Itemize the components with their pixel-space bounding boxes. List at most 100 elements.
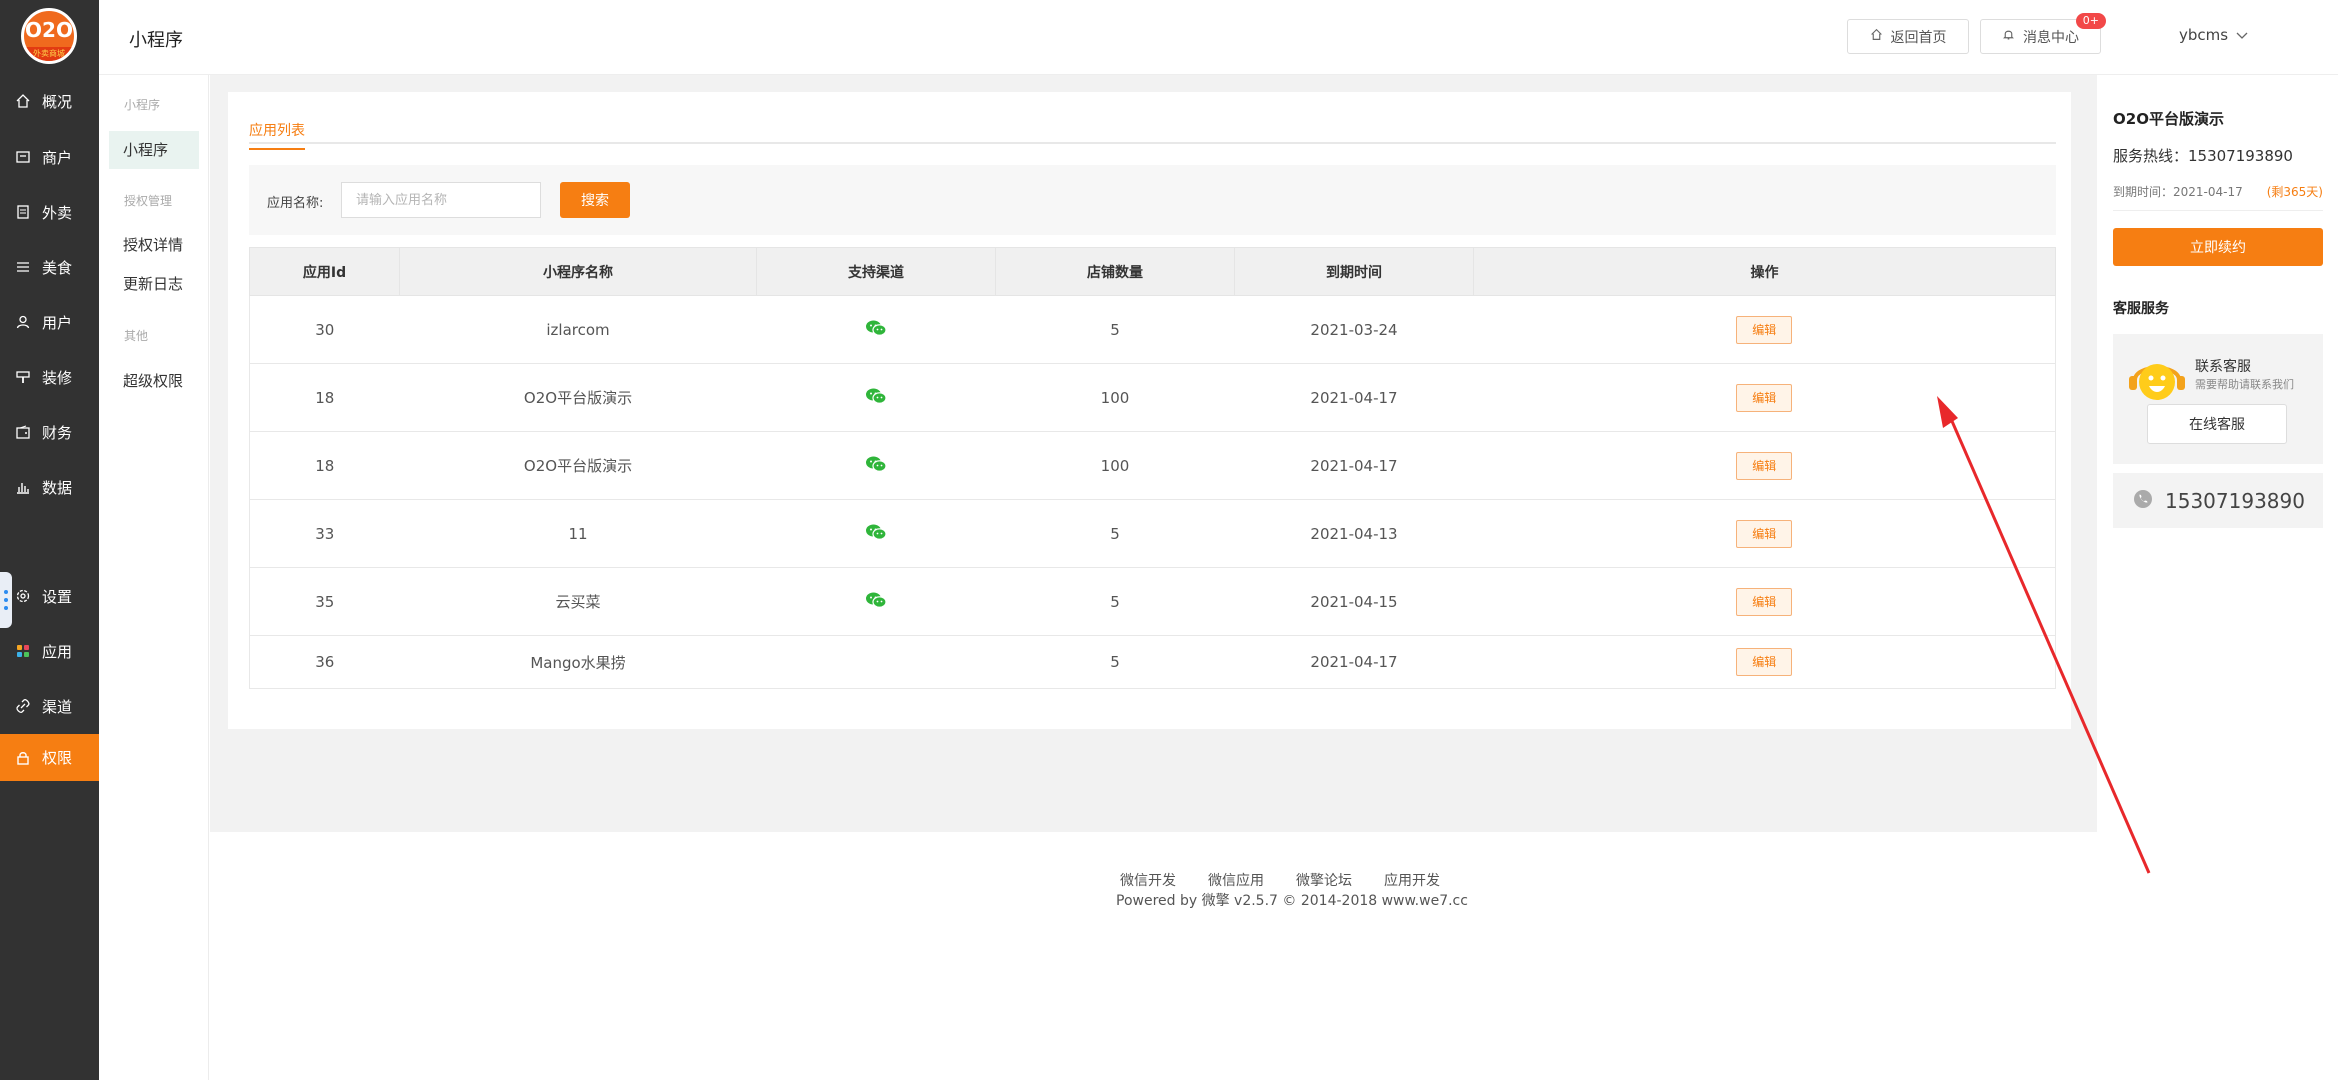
app-name-label: 应用名称: [267, 196, 324, 211]
logo-text: O2O [25, 18, 73, 42]
cell-app-id: 33 [249, 499, 400, 568]
subnav-group-miniapp: 小程序 [124, 98, 161, 112]
table-row: 36 Mango水果捞 5 2021-04-17 编辑 [249, 635, 2056, 689]
edit-button[interactable]: 编辑 [1736, 648, 1793, 676]
nav-item-decoration[interactable]: 装修 [0, 350, 99, 404]
edit-button[interactable]: 编辑 [1736, 587, 1793, 616]
home-button[interactable]: 返回首页 [1847, 19, 1969, 54]
expire-date: 到期时间：2021-04-17 [2113, 185, 2243, 199]
days-remaining: (剩365天) [2266, 185, 2323, 199]
brand-logo[interactable]: O2O 外卖商城 [21, 8, 77, 64]
nav-item-apps[interactable]: 应用 [0, 624, 99, 678]
cell-channel [756, 567, 996, 636]
nav-item-merchant[interactable]: 商户 [0, 130, 99, 184]
nav-label: 设置 [42, 587, 73, 606]
table-row: 18 O2O平台版演示 100 2021-04-17 编辑 [249, 363, 2056, 432]
cell-app-id: 18 [249, 431, 400, 500]
platform-name: O2O平台版演示 [2113, 110, 2224, 128]
cell-store-count: 5 [995, 295, 1235, 364]
cell-app-id: 18 [249, 363, 400, 432]
subnav-item-changelog[interactable]: 更新日志 [109, 265, 199, 303]
contact-service-name: 联系客服 [2195, 359, 2251, 375]
wechat-icon [865, 456, 887, 477]
nav-item-channels[interactable]: 渠道 [0, 679, 99, 733]
cell-channel [756, 431, 996, 500]
cell-app-name: Mango水果捞 [399, 635, 757, 689]
footer-link[interactable]: 微擎论坛 [1296, 870, 1352, 890]
subnav-item-auth-detail[interactable]: 授权详情 [109, 226, 199, 264]
nav-item-settings[interactable]: 设置 [0, 569, 99, 623]
nav-label: 美食 [42, 258, 73, 277]
table-header-row: 应用Id 小程序名称 支持渠道 店铺数量 到期时间 操作 [249, 247, 2056, 296]
app-list-panel: 应用列表 应用名称: 搜索 应用Id 小程序名称 支持渠道 店铺数量 到期时间 … [228, 92, 2071, 729]
subnav-item-super-permission[interactable]: 超级权限 [109, 362, 199, 400]
cell-app-name: O2O平台版演示 [399, 431, 757, 500]
search-filter-bar: 应用名称: 搜索 [249, 165, 2056, 235]
apps-icon [14, 642, 32, 660]
table-row: 18 O2O平台版演示 100 2021-04-17 编辑 [249, 431, 2056, 500]
side-drawer-handle[interactable] [0, 572, 12, 628]
nav-item-data[interactable]: 数据 [0, 460, 99, 514]
message-button-label: 消息中心 [2023, 29, 2079, 46]
user-menu[interactable]: ybcms [2179, 26, 2248, 44]
footer-link[interactable]: 微信开发 [1120, 870, 1176, 890]
cell-expire-date: 2021-04-13 [1234, 499, 1474, 568]
sub-sidebar: 小程序 小程序 授权管理 授权详情 更新日志 其他 超级权限 [99, 75, 209, 1080]
column-header-actions: 操作 [1473, 247, 2056, 296]
cell-actions: 编辑 [1473, 499, 2056, 568]
nav-item-permissions[interactable]: 权限 [0, 734, 99, 781]
username: ybcms [2179, 26, 2229, 44]
edit-button[interactable]: 编辑 [1736, 451, 1793, 480]
link-icon [14, 697, 32, 715]
app-name-search-input[interactable] [341, 182, 541, 218]
cell-expire-date: 2021-04-17 [1234, 431, 1474, 500]
gear-icon [14, 587, 32, 605]
nav-item-takeaway[interactable]: 外卖 [0, 185, 99, 239]
home-button-label: 返回首页 [1890, 29, 1947, 46]
cell-store-count: 100 [995, 363, 1235, 432]
cell-expire-date: 2021-03-24 [1234, 295, 1474, 364]
house-icon [1870, 28, 1883, 45]
column-header-expire: 到期时间 [1234, 247, 1474, 296]
cell-actions: 编辑 [1473, 363, 2056, 432]
footer-links: 微信开发 微信应用 微擎论坛 应用开发 [1120, 870, 1440, 890]
online-service-button[interactable]: 在线客服 [2147, 404, 2287, 444]
phone-icon [2133, 489, 2153, 513]
message-center-button[interactable]: 消息中心 0+ [1980, 13, 2106, 54]
subnav-group-other: 其他 [124, 329, 149, 343]
phone-box: 15307193890 [2113, 473, 2323, 528]
nav-item-overview[interactable]: 概况 [0, 74, 99, 128]
tab-app-list[interactable]: 应用列表 [249, 120, 305, 150]
nav-label: 财务 [42, 423, 73, 442]
wechat-icon [865, 388, 887, 409]
edit-button[interactable]: 编辑 [1736, 519, 1793, 548]
nav-label: 数据 [42, 478, 73, 497]
wallet-icon [14, 423, 32, 441]
table-row: 33 11 5 2021-04-13 编辑 [249, 499, 2056, 568]
lock-icon [14, 749, 32, 767]
document-icon [14, 203, 32, 221]
divider [2113, 210, 2323, 211]
cell-channel [756, 499, 996, 568]
subnav-item-miniapp[interactable]: 小程序 [109, 131, 199, 169]
edit-button[interactable]: 编辑 [1736, 315, 1793, 344]
column-header-id: 应用Id [249, 247, 400, 296]
app-table: 应用Id 小程序名称 支持渠道 店铺数量 到期时间 操作 30 izlarcom 5… [249, 247, 2056, 689]
logo-subtext: 外卖商城 [24, 47, 74, 61]
footer-copyright: Powered by 微擎 v2.5.7 © 2014-2018 www.we7… [1116, 893, 1468, 909]
menu-icon [14, 258, 32, 276]
cell-app-name: 云买菜 [399, 567, 757, 636]
nav-item-finance[interactable]: 财务 [0, 405, 99, 459]
nav-item-users[interactable]: 用户 [0, 295, 99, 349]
table-row: 35 云买菜 5 2021-04-15 编辑 [249, 567, 2056, 636]
nav-item-food[interactable]: 美食 [0, 240, 99, 294]
cell-store-count: 5 [995, 635, 1235, 689]
cell-channel [756, 363, 996, 432]
footer-link[interactable]: 微信应用 [1208, 870, 1264, 890]
footer-link[interactable]: 应用开发 [1384, 870, 1440, 890]
subnav-group-auth: 授权管理 [124, 194, 173, 208]
column-header-channel: 支持渠道 [756, 247, 996, 296]
search-button[interactable]: 搜索 [560, 182, 630, 218]
renew-button[interactable]: 立即续约 [2113, 228, 2323, 266]
edit-button[interactable]: 编辑 [1736, 383, 1793, 412]
